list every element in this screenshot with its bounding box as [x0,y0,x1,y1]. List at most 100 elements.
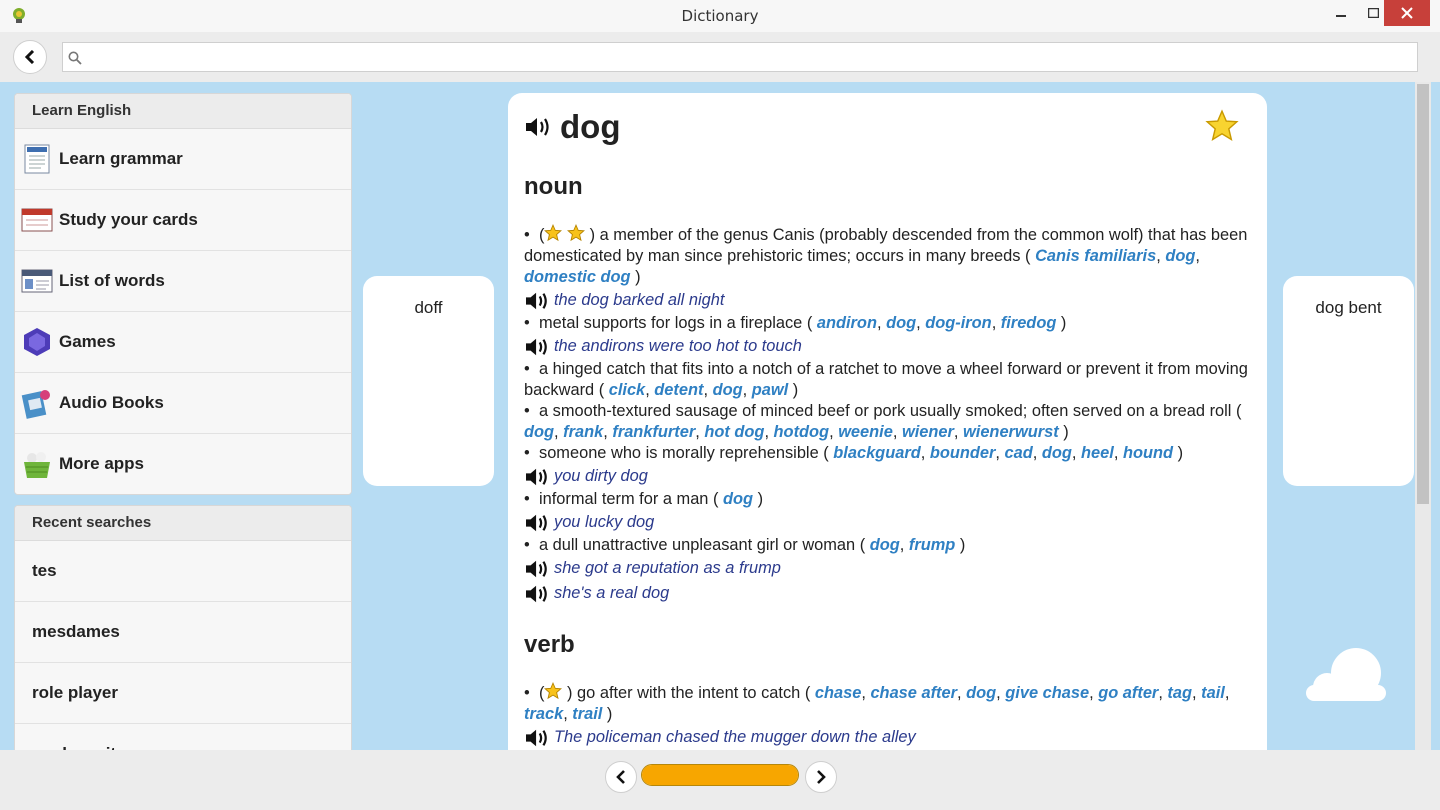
synonym-link[interactable]: dog [524,423,554,441]
headword-row: dog [524,107,620,147]
synonym-link[interactable]: frankfurter [612,423,695,441]
definition-text: a dull unattractive unpleasant girl or w… [539,536,870,554]
synonym-link[interactable]: dog-iron [925,314,991,332]
synonym-link[interactable]: tag [1167,684,1192,702]
synonym-link[interactable]: click [609,381,645,399]
synonym-link[interactable]: hound [1123,444,1173,462]
speaker-icon[interactable] [524,290,550,312]
example-text: she's a real dog [554,584,670,602]
example-text: the andirons were too hot to touch [554,337,802,355]
synonym-link[interactable]: track [524,705,563,723]
synonym-link[interactable]: Canis familiaris [1035,247,1156,265]
synonym-link[interactable]: tail [1201,684,1225,702]
synonym-link[interactable]: dog [723,490,753,508]
sidebar-item-study-cards[interactable]: Study your cards [15,190,351,251]
learn-english-heading: Learn English [15,94,351,129]
recent-search-item[interactable]: role player [15,663,351,724]
synonym-link[interactable]: go after [1098,684,1158,702]
synonym-link[interactable]: trail [572,705,602,723]
rating-star-icon [544,682,563,700]
synonym-link[interactable]: bounder [930,444,996,462]
example-text: she got a reputation as a frump [554,559,781,577]
example-sentence: the andirons were too hot to touch [524,334,1249,359]
previous-word-card[interactable]: doff [363,276,494,486]
maximize-icon [1367,8,1379,18]
synonym-link[interactable]: frank [563,423,603,441]
recent-search-item[interactable]: mesdames [15,602,351,663]
definition-item: • someone who is morally reprehensible ( … [524,444,1184,462]
synonym-link[interactable]: dog [870,536,900,554]
sidebar-item-learn-grammar[interactable]: Learn grammar [15,129,351,190]
more-apps-basket-icon [21,448,53,480]
sidebar-item-more-apps[interactable]: More apps [15,434,351,494]
synonym-link[interactable]: chase [815,684,861,702]
synonym-link[interactable]: heel [1081,444,1114,462]
search-input[interactable] [89,47,1413,69]
previous-entry-button[interactable] [605,761,637,793]
search-box[interactable] [62,42,1418,72]
synonym-link[interactable]: frump [909,536,955,554]
close-icon [1401,7,1413,19]
definition-text: a smooth-textured sausage of minced beef… [539,402,1242,420]
synonym-link[interactable]: give chase [1005,684,1089,702]
recent-searches-panel: Recent searches tes mesdames role player… [14,505,352,766]
example-sentence: you dirty dog [524,464,1249,489]
rating-star-icon [544,224,563,242]
synonym-link[interactable]: hot dog [704,423,764,441]
definition-item: • a dull unattractive unpleasant girl or … [524,536,966,554]
speaker-icon[interactable] [524,336,550,358]
example-sentence: The policeman chased the mugger down the… [524,725,1249,750]
synonym-link[interactable]: chase after [870,684,957,702]
synonym-link[interactable]: detent [654,381,703,399]
speaker-icon[interactable] [524,558,550,580]
synonym-link[interactable]: wienerwurst [963,423,1059,441]
bullet: • [524,490,530,508]
rating-star-icon [567,224,586,242]
synonym-link[interactable]: dog [713,381,743,399]
sidebar-item-label: Study your cards [59,210,198,229]
next-word-card[interactable]: dog bent [1283,276,1414,486]
speaker-icon[interactable] [524,512,550,534]
bullet: • [524,684,530,702]
synonym-link[interactable]: firedog [1001,314,1057,332]
example-sentence: she got a reputation as a frump [524,556,1249,581]
sidebar-item-list-of-words[interactable]: List of words [15,251,351,312]
chevron-right-icon [817,770,826,784]
example-sentence: the dog barked all night [524,288,1249,313]
next-entry-button[interactable] [805,761,837,793]
sidebar-item-games[interactable]: Games [15,312,351,373]
scrollbar[interactable] [1415,82,1431,750]
synonym-link[interactable]: dog [886,314,916,332]
synonym-link[interactable]: blackguard [833,444,920,462]
synonym-link[interactable]: pawl [752,381,788,399]
learn-english-panel: Learn English Learn grammar Study your c… [14,93,352,495]
part-of-speech-verb: verb [524,631,575,658]
synonym-link[interactable]: cad [1005,444,1033,462]
scrollbar-thumb[interactable] [1417,84,1429,504]
favorite-star-icon[interactable] [1205,109,1239,143]
speaker-icon[interactable] [524,466,550,488]
synonym-link[interactable]: wiener [902,423,954,441]
sidebar-item-label: List of words [59,271,165,290]
close-button[interactable] [1384,0,1430,26]
sidebar-item-audio-books[interactable]: Audio Books [15,373,351,434]
synonym-link[interactable]: dog [966,684,996,702]
synonym-link[interactable]: domestic dog [524,268,631,286]
synonym-link[interactable]: dog [1042,444,1072,462]
example-text: the dog barked all night [554,291,725,309]
synonym-link[interactable]: hotdog [774,423,830,441]
back-button[interactable] [13,40,47,74]
speaker-icon[interactable] [524,727,550,749]
definition-item: •( ) a member of the genus Canis (probab… [524,224,1248,286]
speaker-icon[interactable] [524,115,552,139]
speaker-icon[interactable] [524,583,550,605]
dictionary-entry-card: dog noun •( ) a member of the genus Cani… [508,93,1267,763]
word-list-icon [21,265,53,297]
synonym-link[interactable]: andiron [817,314,877,332]
synonym-link[interactable]: weenie [838,423,893,441]
synonym-link[interactable]: dog [1165,247,1195,265]
verb-definitions: •( ) go after with the intent to catch (… [524,682,1249,750]
recent-search-item[interactable]: tes [15,541,351,602]
audio-books-icon [21,387,53,419]
definition-item: • a hinged catch that fits into a notch o… [524,360,1248,399]
